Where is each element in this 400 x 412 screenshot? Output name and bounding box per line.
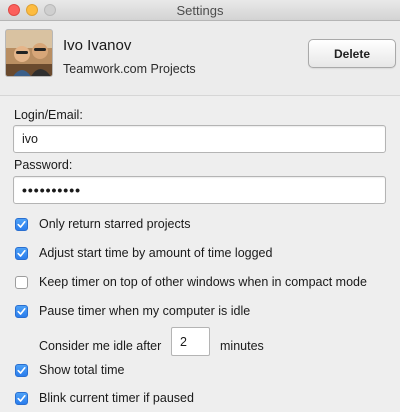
login-label: Login/Email: [14,108,83,122]
checkmark-icon [17,307,26,315]
option-pause-when-idle[interactable]: Pause timer when my computer is idle [15,302,250,320]
checkmark-icon [17,366,26,374]
option-label: Blink current timer if paused [39,391,194,405]
option-label: Keep timer on top of other windows when … [39,275,367,289]
checkbox-adjust-start-time[interactable] [15,246,28,260]
checkmark-icon [17,394,26,402]
title-bar[interactable]: Settings [0,0,400,21]
user-name: Ivo Ivanov [63,37,132,54]
option-adjust-start-time[interactable]: Adjust start time by amount of time logg… [15,244,272,262]
checkbox-blink-timer[interactable] [15,391,28,405]
avatar-photo-icon [6,30,52,76]
checkbox-starred-projects[interactable] [15,217,28,231]
option-show-total-time[interactable]: Show total time [15,361,124,379]
login-email-field[interactable] [13,125,386,153]
avatar [5,29,53,77]
option-label: Adjust start time by amount of time logg… [39,246,273,260]
checkbox-pause-when-idle[interactable] [15,304,28,318]
checkmark-icon [17,249,26,257]
password-label: Password: [14,158,73,172]
checkbox-keep-on-top[interactable] [15,275,28,289]
option-label: Pause timer when my computer is idle [39,304,251,318]
checkbox-show-total-time[interactable] [15,363,28,377]
delete-button[interactable]: Delete [308,39,396,68]
settings-form: Login/Email: Password: Only return starr… [0,96,400,412]
option-blink-timer[interactable]: Blink current timer if paused [15,389,194,407]
idle-prefix-label: Consider me idle after [39,339,162,353]
idle-unit-label: minutes [220,339,264,353]
company-name: Teamwork.com Projects [63,62,196,76]
account-header: Ivo Ivanov Teamwork.com Projects Delete [0,22,400,95]
idle-minutes-field[interactable] [171,327,210,356]
option-keep-on-top[interactable]: Keep timer on top of other windows when … [15,273,367,291]
password-field[interactable] [13,176,386,204]
option-label: Show total time [39,363,125,377]
option-label: Only return starred projects [39,217,191,231]
checkmark-icon [17,220,26,228]
option-starred-projects[interactable]: Only return starred projects [15,215,190,233]
window-title: Settings [176,3,224,18]
